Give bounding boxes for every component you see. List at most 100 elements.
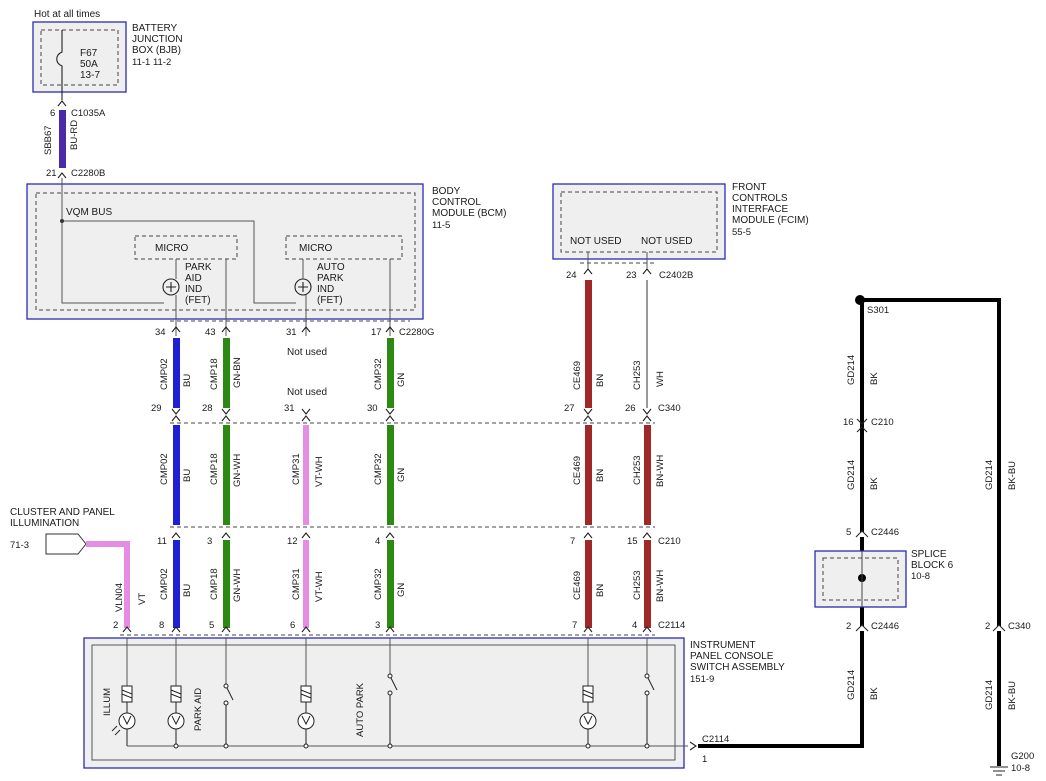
bcm-name: BODY CONTROL MODULE (BCM)	[432, 186, 506, 219]
svg-text:2: 2	[985, 621, 990, 632]
svg-text:GN-WH: GN-WH	[232, 569, 243, 602]
ground-name: G200	[1011, 751, 1034, 762]
svg-text:S301: S301	[867, 305, 889, 316]
bcm-box	[26, 183, 424, 320]
svg-text:GD214: GD214	[846, 355, 857, 385]
park-aid-label: PARK AID	[193, 688, 204, 731]
wire-cmp18-b	[223, 425, 230, 525]
svg-text:BN: BN	[595, 584, 606, 597]
svg-text:31: 31	[286, 327, 297, 338]
svg-text:55-5: 55-5	[732, 227, 751, 238]
park-aid-lamp-icon	[167, 712, 185, 730]
ipcs-name: INSTRUMENT PANEL CONSOLE SWITCH ASSEMBLY	[690, 640, 785, 673]
svg-text:WH: WH	[655, 371, 666, 387]
svg-text:GD214: GD214	[846, 460, 857, 490]
svg-text:CMP32: CMP32	[373, 568, 384, 600]
svg-text:2: 2	[113, 620, 118, 631]
svg-text:C2446: C2446	[871, 527, 899, 538]
svg-text:VT: VT	[137, 593, 148, 605]
not-used-1: Not used	[287, 347, 327, 358]
svg-text:VLN04: VLN04	[114, 583, 125, 612]
svg-text:28: 28	[202, 403, 213, 414]
svg-text:GN: GN	[396, 468, 407, 482]
svg-text:CE469: CE469	[572, 571, 583, 600]
svg-text:3: 3	[207, 536, 212, 547]
svg-text:CMP02: CMP02	[159, 358, 170, 390]
svg-text:BU: BU	[182, 584, 193, 597]
bjb-ref: 11-1 11-2	[132, 57, 171, 68]
svg-text:7: 7	[572, 620, 577, 631]
svg-text:26: 26	[625, 403, 636, 414]
cluster-name: CLUSTER AND PANEL ILLUMINATION	[10, 507, 117, 529]
svg-text:CMP18: CMP18	[209, 358, 220, 390]
svg-text:BN-WH: BN-WH	[655, 455, 666, 487]
svg-text:CE469: CE469	[572, 456, 583, 485]
svg-text:4: 4	[632, 620, 637, 631]
svg-text:31: 31	[284, 403, 295, 414]
svg-text:C340: C340	[658, 403, 681, 414]
svg-text:GD214: GD214	[984, 460, 995, 490]
cluster-connector-arrow	[45, 533, 87, 555]
svg-text:34: 34	[155, 327, 166, 338]
svg-text:NOT USED: NOT USED	[641, 236, 693, 247]
bcm-output-pins: 34 43 31 17	[155, 327, 382, 338]
svg-text:12: 12	[287, 536, 298, 547]
svg-text:17: 17	[371, 327, 382, 338]
wire-cmp02-b	[173, 425, 180, 525]
svg-text:CH253: CH253	[632, 360, 643, 390]
svg-text:GN-WH: GN-WH	[232, 454, 243, 487]
svg-text:5: 5	[846, 527, 851, 538]
svg-text:1: 1	[702, 754, 707, 765]
ch-resistor	[582, 685, 594, 703]
fuse-label: F67 50A 13-7	[80, 48, 100, 81]
wire-cmp31-c	[303, 540, 309, 628]
wire-cmp32-c	[387, 540, 394, 628]
svg-text:C1035A: C1035A	[71, 108, 106, 119]
wire-cmp31-b	[303, 425, 309, 525]
svg-text:71-3: 71-3	[10, 540, 29, 551]
ground-icon	[990, 766, 1008, 776]
svg-text:23: 23	[626, 270, 637, 281]
wire-ce469-b	[585, 425, 592, 525]
splice-block-name: SPLICE BLOCK 6	[911, 549, 954, 571]
svg-text:GD214: GD214	[984, 680, 995, 710]
svg-text:CMP18: CMP18	[209, 568, 220, 600]
wire-cmp32-a	[387, 338, 394, 408]
fcim-box	[552, 183, 726, 260]
c2114-pins: 2 8 5 6 3 7 4	[113, 620, 637, 631]
fcim-name: FRONT CONTROLS INTERFACE MODULE (FCIM)	[732, 182, 809, 226]
svg-text:C2446: C2446	[871, 621, 899, 632]
ground-ref: 10-8	[1011, 763, 1030, 774]
svg-text:BN-WH: BN-WH	[655, 570, 666, 602]
wire-ce469-a	[585, 280, 592, 408]
svg-text:3: 3	[375, 620, 380, 631]
svg-text:C2280B: C2280B	[71, 168, 105, 179]
svg-text:VT-WH: VT-WH	[314, 571, 325, 602]
svg-text:15: 15	[627, 536, 638, 547]
not-used-2: Not used	[287, 387, 327, 398]
wire-ch253-b	[644, 425, 651, 525]
svg-text:4: 4	[375, 536, 380, 547]
wire-cmp02-c	[173, 540, 180, 628]
svg-text:SBB67: SBB67	[43, 125, 54, 155]
svg-text:30: 30	[367, 403, 378, 414]
svg-text:CMP18: CMP18	[209, 453, 220, 485]
vqm-bus-label: VQM BUS	[66, 207, 112, 218]
svg-text:BN: BN	[595, 374, 606, 387]
svg-text:11-5: 11-5	[432, 220, 450, 231]
svg-text:GN-BN: GN-BN	[232, 357, 243, 388]
svg-text:7: 7	[570, 536, 575, 547]
svg-text:CMP02: CMP02	[159, 453, 170, 485]
svg-text:C210: C210	[658, 536, 681, 547]
svg-text:MICRO: MICRO	[299, 243, 333, 254]
svg-text:VT-WH: VT-WH	[314, 456, 325, 487]
park-aid-resistor	[170, 685, 182, 703]
svg-text:2: 2	[846, 621, 851, 632]
auto-park-resistor	[300, 685, 312, 703]
svg-text:BK-BU: BK-BU	[1007, 681, 1018, 710]
wire-cmp18-a	[223, 338, 230, 408]
wire-ch253-c	[644, 540, 651, 628]
svg-text:BU-RD: BU-RD	[69, 120, 80, 150]
svg-text:C2114: C2114	[702, 734, 729, 745]
svg-text:NOT USED: NOT USED	[570, 236, 622, 247]
